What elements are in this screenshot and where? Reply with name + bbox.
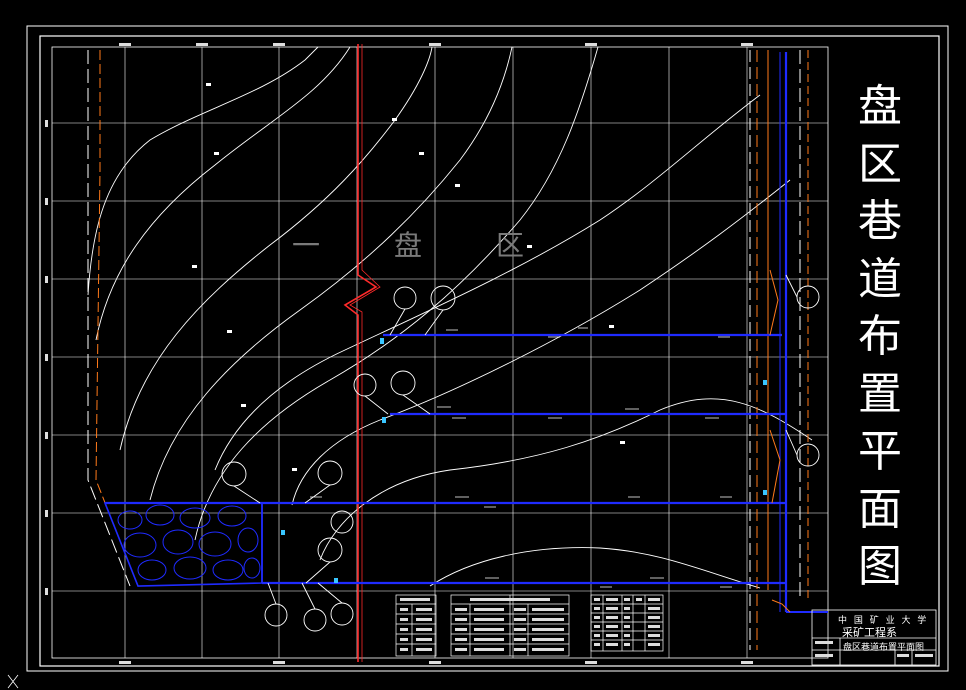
drawing-title-char: 布 <box>858 311 902 362</box>
drawing-title-char: 盘 <box>858 81 902 132</box>
drawing-title-char: 巷 <box>858 196 902 247</box>
drawing-title-char: 平 <box>858 426 902 477</box>
drawing-title: 盘区巷道布置平面图 <box>848 78 912 596</box>
cad-drawing-canvas <box>0 0 966 690</box>
zone-label-char-2: 盘 <box>394 229 423 262</box>
zone-label: 一盘区 <box>292 224 598 264</box>
drawing-title-char: 区 <box>858 138 902 190</box>
drawing-title-char: 置 <box>858 368 902 420</box>
drawing-title-char: 道 <box>858 253 902 305</box>
title-block-department: 采矿工程系 <box>842 626 897 639</box>
drawing-title-char: 图 <box>858 541 902 592</box>
zone-label-char-3: 区 <box>496 229 525 262</box>
title-block-drawing-name: 盘区巷道布置平面图 <box>843 643 925 653</box>
drawing-title-char: 面 <box>858 483 902 535</box>
zone-label-char-1: 一 <box>292 229 321 262</box>
